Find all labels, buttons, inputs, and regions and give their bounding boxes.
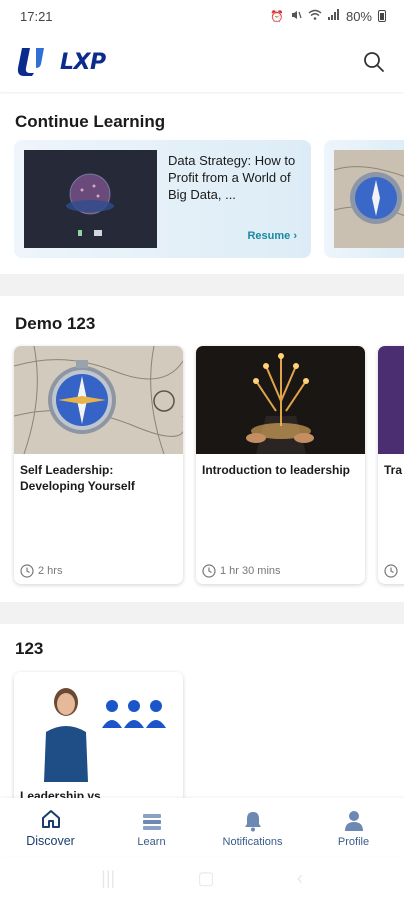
clock-icon	[20, 564, 34, 578]
continue-card[interactable]: Data Strategy: How to Profit from a Worl…	[14, 140, 311, 258]
course-card-title: Introduction to leadership	[202, 463, 351, 477]
system-navigation-bar: ||| ▢ ‹	[0, 856, 404, 900]
course-duration-text: 2 hrs	[38, 565, 63, 577]
nav-learn-label: Learn	[137, 836, 166, 848]
nav-discover[interactable]: Discover	[6, 808, 96, 848]
search-button[interactable]	[360, 48, 388, 76]
recent-apps-icon[interactable]: |||	[101, 868, 115, 889]
clock-icon	[384, 564, 398, 578]
battery-percent: 80%	[345, 8, 372, 24]
status-time: 17:21	[20, 8, 53, 24]
section-divider	[0, 602, 404, 624]
course-card[interactable]: Self Leadership: Developing Yourself 2 h…	[14, 346, 183, 584]
nav-profile-label: Profile	[337, 836, 370, 848]
home-button-icon[interactable]: ▢	[198, 868, 215, 889]
person-icon	[344, 811, 363, 831]
nav-notifications[interactable]: Notifications	[208, 810, 298, 848]
course-duration	[384, 564, 398, 578]
course-card[interactable]: Leadership vs	[14, 672, 183, 812]
status-icons: ⏰ 80%	[270, 9, 386, 24]
course-duration-text: 1 hr 30 mins	[220, 565, 281, 577]
clock-icon	[202, 564, 216, 578]
books-icon	[142, 814, 161, 830]
continue-card-thumbnail	[24, 150, 157, 248]
search-icon	[364, 52, 384, 72]
course-card[interactable]: Introduction to leadership 1 hr 30 mins	[196, 346, 365, 584]
course-card-title: Self Leadership: Developing Yourself	[20, 463, 135, 493]
continue-card-next-thumbnail	[333, 150, 404, 248]
resume-link[interactable]: Resume ›	[247, 230, 297, 242]
continue-card-title: Data Strategy: How to Profit from a Worl…	[168, 153, 296, 202]
logo-text: LXP	[60, 49, 106, 75]
status-bar: 17:21 ⏰ 80%	[0, 0, 404, 32]
signal-icon	[327, 9, 340, 23]
bottom-nav: Discover Learn Notifications Profile	[0, 798, 404, 856]
back-icon[interactable]: ‹	[297, 868, 303, 889]
nav-discover-label: Discover	[26, 834, 75, 848]
alarm-icon: ⏰	[270, 10, 284, 23]
section-123-title: 123	[15, 639, 44, 658]
app-logo[interactable]: LXP	[16, 46, 106, 78]
nav-notifications-label: Notifications	[222, 836, 283, 848]
course-duration: 2 hrs	[20, 564, 62, 578]
course-card-image	[14, 672, 183, 782]
mute-icon	[290, 9, 302, 24]
course-card-image	[14, 346, 183, 454]
section-divider	[0, 274, 404, 296]
logo-mark-icon	[17, 48, 44, 76]
nav-profile[interactable]: Profile	[309, 810, 399, 848]
course-duration: 1 hr 30 mins	[202, 564, 281, 578]
course-card-title: Tra	[384, 463, 403, 477]
battery-icon	[378, 10, 386, 22]
nav-learn[interactable]: Learn	[107, 812, 197, 848]
course-card[interactable]: Tra	[378, 346, 404, 584]
course-card-image	[196, 346, 365, 454]
continue-card-next[interactable]	[324, 140, 404, 258]
bell-icon	[244, 812, 261, 832]
continue-learning-title: Continue Learning	[15, 112, 166, 131]
demo-section-title: Demo 123	[15, 314, 96, 333]
wifi-icon	[308, 9, 322, 23]
app-header: LXP	[0, 32, 404, 92]
course-card-image	[378, 346, 404, 454]
home-icon	[41, 810, 60, 828]
